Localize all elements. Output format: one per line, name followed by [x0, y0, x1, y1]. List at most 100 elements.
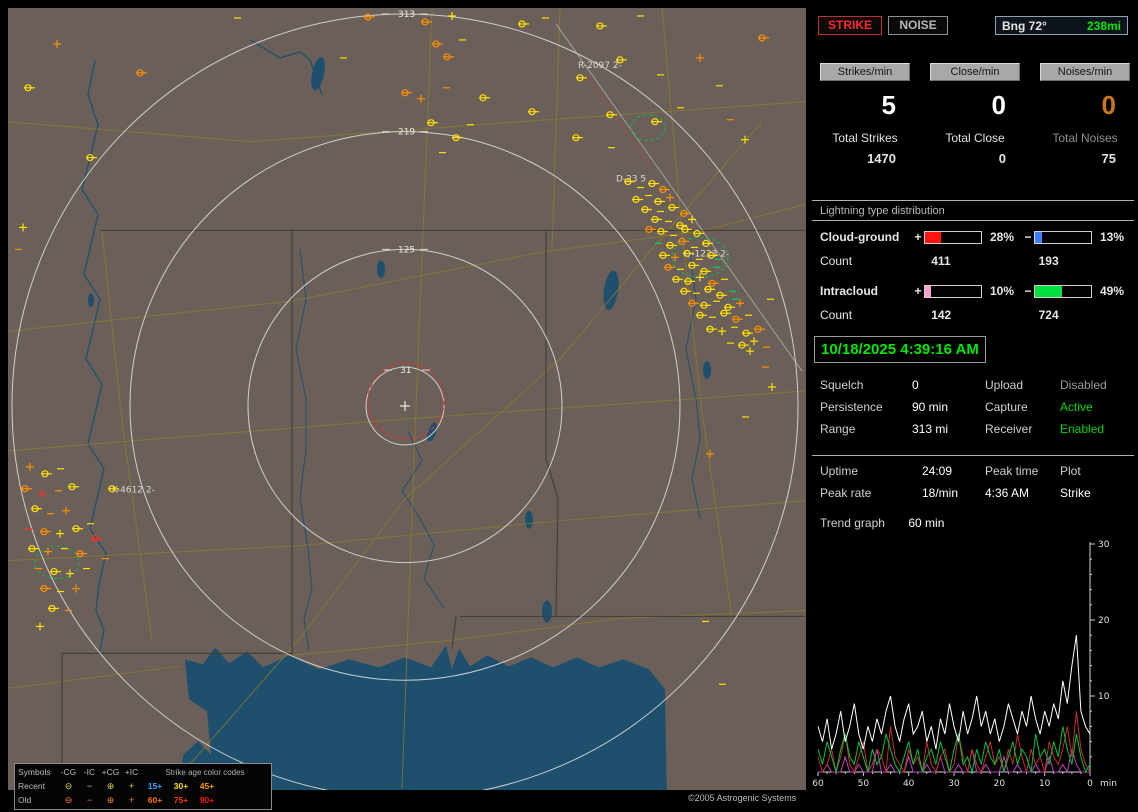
ic-pos-icon: + — [128, 794, 135, 805]
minus-sign: − — [1024, 230, 1032, 244]
minus-sign: − — [1024, 284, 1032, 298]
total-noises-label: Total Noises — [1052, 131, 1118, 145]
persistence-value: 90 min — [912, 400, 949, 414]
capture-label: Capture — [985, 400, 1028, 414]
svg-text:219: 219 — [398, 128, 415, 138]
strikes-per-min-value: 5 — [881, 90, 896, 120]
cloud-ground-count-row: Count 411 193 — [812, 254, 1134, 268]
uptime-label: Uptime — [820, 464, 859, 478]
recent-strike-glyphs: ⊖ − ⊕ + — [58, 781, 142, 792]
upload-status: Disabled — [1060, 378, 1107, 392]
legend-col-cg-pos: +CG — [101, 767, 120, 777]
age-45: 45+ — [199, 781, 215, 791]
cg-neg-icon: ⊖ — [64, 794, 73, 805]
close-per-min-plate: Close/min — [930, 63, 1020, 81]
cg-minus-pct: 13% — [1099, 230, 1125, 244]
svg-text:30: 30 — [948, 779, 960, 789]
age-90: 90+ — [199, 795, 215, 805]
svg-text:10: 10 — [1039, 779, 1051, 789]
cg-plus-bar — [924, 230, 982, 244]
map-legend: Symbols -CG -IC +CG +IC Strike age color… — [14, 763, 272, 810]
receiver-status: Enabled — [1060, 422, 1105, 436]
svg-text:20: 20 — [1098, 616, 1110, 626]
svg-text:40: 40 — [903, 779, 915, 789]
squelch-label: Squelch — [820, 378, 864, 392]
cloud-ground-row: Cloud-ground + 28% − 13% — [812, 230, 1134, 244]
legend-col-cg-neg: -CG — [60, 767, 77, 777]
svg-text:313: 313 — [398, 10, 415, 20]
cg-plus-pct: 28% — [989, 230, 1015, 244]
cg-minus-bar — [1034, 230, 1092, 244]
plus-sign: + — [914, 230, 922, 244]
legend-col-ic-neg: -IC — [83, 767, 96, 777]
totals-values-row: 1470 0 75 — [812, 151, 1134, 166]
trend-chart: 10 20 30 60 50 40 30 20 10 0 min — [812, 540, 1117, 789]
lightning-map[interactable]: 313 219 125 31 R-2097 2- D-23 5 Q-1223 2- K-461… — [8, 8, 806, 810]
settings-grid: Squelch 0 Upload Disabled Persistence 90… — [812, 378, 1134, 436]
peak-time-label: Peak time — [985, 464, 1039, 478]
map-canvas: 31321912531R-2097 2-D-23 5Q-1223 2-K-461… — [8, 8, 806, 790]
ic-minus-count: 724 — [1038, 308, 1059, 322]
capture-status: Active — [1060, 400, 1093, 414]
intracloud-row: Intracloud + 10% − 49% — [812, 284, 1134, 298]
trend-graph-label: Trend graph — [820, 516, 885, 530]
intracloud-count-row: Count 142 724 — [812, 308, 1134, 322]
uptime-value: 24:09 — [922, 464, 953, 478]
ic-minus-bar — [1034, 284, 1092, 298]
ic-neg-icon: − — [86, 780, 93, 791]
noises-per-min-value: 0 — [1101, 90, 1116, 120]
cg-pos-icon: ⊕ — [106, 794, 115, 805]
cloud-ground-label: Cloud-ground — [820, 230, 900, 244]
ic-plus-bar — [924, 284, 982, 298]
svg-text:K-4612 2-: K-4612 2- — [112, 486, 155, 496]
ic-minus-pct: 49% — [1099, 284, 1125, 298]
copyright-text: ©2005 Astrogenic Systems — [688, 793, 797, 803]
squelch-value: 0 — [912, 378, 919, 392]
totals-labels-row: Total Strikes Total Close Total Noises — [812, 131, 1134, 145]
noise-toggle-button[interactable]: NOISE — [888, 16, 948, 35]
legend-age-title: Strike age color codes — [165, 767, 245, 777]
count-label: Count — [820, 308, 853, 322]
roads — [8, 8, 806, 790]
status-panel: STRIKE NOISE Bng 72° 238mi Strikes/min C… — [812, 8, 1134, 806]
ic-plus-pct: 10% — [989, 284, 1015, 298]
old-strike-glyphs: ⊖ − ⊕ + — [58, 795, 142, 806]
svg-text:min: min — [1100, 779, 1117, 789]
datetime-display: 10/18/2025 4:39:16 AM — [814, 336, 986, 363]
distribution-heading: Lightning type distribution — [812, 200, 1134, 221]
ic-pos-icon: + — [128, 780, 135, 791]
strike-toggle-button[interactable]: STRIKE — [818, 16, 882, 35]
count-label: Count — [820, 254, 853, 268]
rate-values-row: 5 0 0 — [812, 90, 1134, 121]
svg-text:60: 60 — [812, 779, 824, 789]
upload-label: Upload — [985, 378, 1024, 392]
legend-header: Symbols -CG -IC +CG +IC Strike age color… — [18, 765, 268, 779]
range-value: 313 mi — [912, 422, 949, 436]
app-window: 313 219 125 31 R-2097 2- D-23 5 Q-1223 2- K-461… — [0, 0, 1138, 812]
svg-text:50: 50 — [858, 779, 870, 789]
age-15: 15+ — [147, 781, 163, 791]
legend-col-ic-pos: +IC — [124, 767, 139, 777]
range-label: Range — [820, 422, 856, 436]
cg-plus-count: 411 — [931, 254, 951, 268]
plus-sign: + — [914, 284, 922, 298]
cg-minus-count: 193 — [1038, 254, 1059, 268]
legend-row-recent: Recent ⊖ − ⊕ + 15+ 30+ 45+ — [18, 779, 268, 793]
total-close-label: Total Close — [945, 131, 1005, 145]
peak-rate-label: Peak rate — [820, 486, 872, 500]
svg-text:R-2097 2-: R-2097 2- — [578, 61, 622, 71]
svg-text:20: 20 — [994, 779, 1006, 789]
bearing-value: Bng 72° — [1002, 18, 1047, 33]
total-strikes-value: 1470 — [867, 151, 896, 166]
ic-neg-icon: − — [86, 794, 93, 805]
svg-text:125: 125 — [398, 245, 415, 255]
svg-text:Q-1223 2-: Q-1223 2- — [684, 249, 729, 259]
legend-row-old: Old ⊖ − ⊕ + 60+ 75+ 90+ — [18, 793, 268, 807]
legend-symbols-label: Symbols — [18, 767, 51, 777]
plot-value: Strike — [1060, 486, 1091, 500]
plot-label: Plot — [1060, 464, 1081, 478]
trend-graph-row: Trend graph 60 min — [812, 516, 1134, 530]
strikes-per-min-plate: Strikes/min — [820, 63, 910, 81]
total-close-value: 0 — [998, 151, 1006, 166]
age-75: 75+ — [173, 795, 189, 805]
